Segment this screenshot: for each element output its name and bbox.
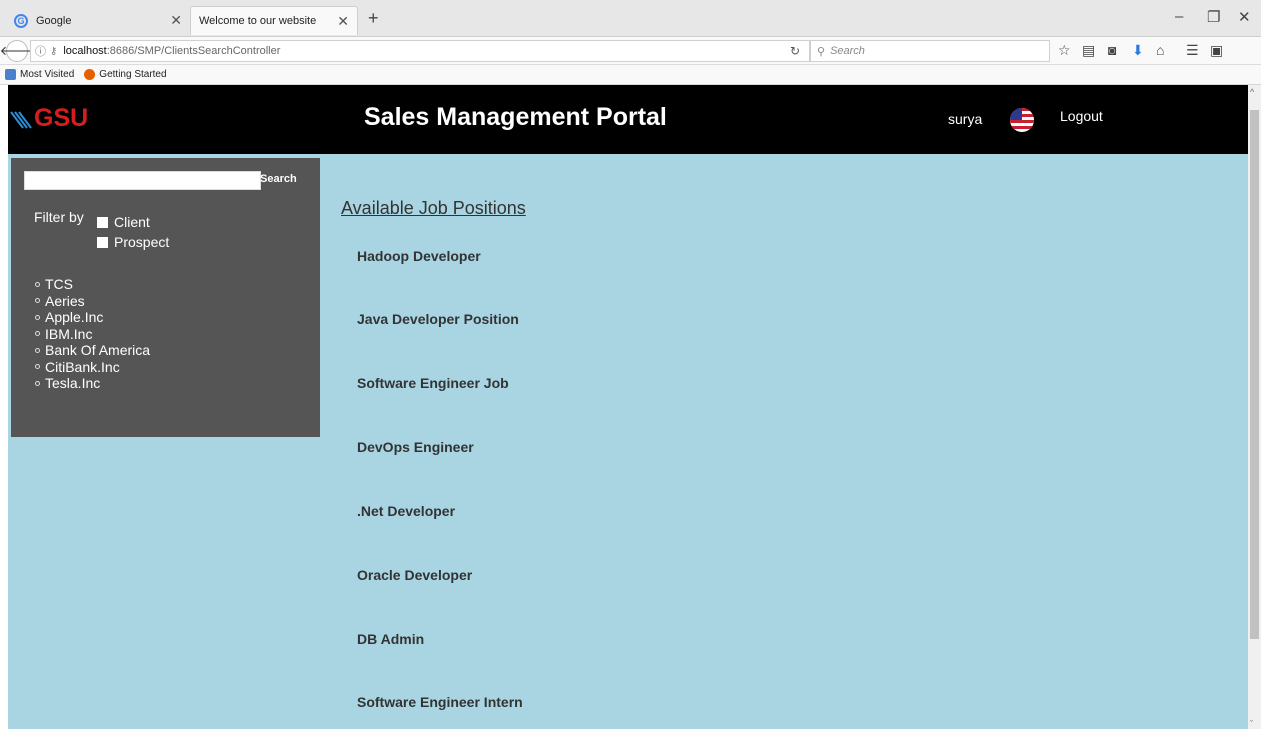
job-item[interactable]: DB Admin — [357, 631, 424, 647]
client-list: TCS Aeries Apple.Inc IBM.Inc Bank Of Ame… — [35, 276, 150, 392]
client-item[interactable]: Bank Of America — [35, 342, 150, 359]
bullet-icon — [35, 298, 40, 304]
checkbox-prospect[interactable] — [97, 236, 108, 248]
client-name: Apple.Inc — [45, 309, 104, 325]
scroll-thumb[interactable] — [1250, 110, 1259, 639]
job-item[interactable]: .Net Developer — [357, 503, 455, 519]
logo[interactable]: GSU — [10, 104, 88, 133]
close-icon[interactable]: ✕ — [170, 12, 182, 29]
reading-list-icon[interactable]: ▤ — [1082, 42, 1095, 59]
client-item[interactable]: CitiBank.Inc — [35, 359, 150, 376]
client-search-input[interactable] — [24, 171, 261, 190]
bookmark-star-icon[interactable]: ☆ — [1058, 42, 1071, 59]
bullet-icon — [35, 314, 40, 320]
home-icon[interactable]: ⌂ — [1156, 42, 1164, 58]
reload-icon[interactable]: ↻ — [790, 44, 800, 58]
filter-client-label: Client — [114, 214, 150, 230]
job-item[interactable]: Hadoop Developer — [357, 248, 481, 264]
search-placeholder: Search — [830, 45, 865, 57]
job-item[interactable]: Software Engineer Intern — [357, 694, 523, 710]
client-name: Aeries — [45, 292, 85, 309]
client-item[interactable]: IBM.Inc — [35, 326, 150, 343]
filter-client[interactable]: Client — [97, 214, 150, 230]
client-item[interactable]: Aeries — [35, 293, 150, 310]
close-icon[interactable]: ✕ — [337, 13, 349, 30]
menu-icon[interactable]: ☰ — [1186, 42, 1199, 59]
sidebar: Search Filter by Client Prospect TCS Aer… — [11, 158, 320, 437]
firefox-icon — [84, 69, 96, 80]
client-item[interactable]: Apple.Inc — [35, 309, 150, 326]
browser-tab-bar: G Google ✕ Welcome to our website ✕ + – … — [0, 0, 1261, 37]
download-icon[interactable]: ⬇ — [1132, 42, 1144, 59]
client-name: CitiBank.Inc — [45, 358, 120, 375]
bullet-icon — [35, 331, 40, 337]
page-scrollbar[interactable]: ^ ˇ — [1248, 85, 1261, 729]
job-item[interactable]: Software Engineer Job — [357, 375, 509, 391]
filter-prospect-label: Prospect — [114, 234, 170, 250]
browser-nav-bar: 🡐 ⓘ ⚷ localhost :8686/SMP/ClientsSearchC… — [0, 37, 1261, 65]
google-icon: G — [14, 13, 28, 28]
filter-label: Filter by — [34, 209, 84, 225]
page-title: Sales Management Portal — [364, 103, 667, 131]
minimize-icon[interactable]: – — [1175, 8, 1183, 25]
job-item[interactable]: DevOps Engineer — [357, 439, 474, 455]
url-host: localhost — [63, 45, 107, 57]
search-icon: ⚲ — [817, 45, 826, 58]
restore-icon[interactable]: ❐ — [1207, 8, 1220, 26]
bookmarks-bar: Most Visited Getting Started — [0, 65, 1261, 85]
client-item[interactable]: Tesla.Inc — [35, 375, 150, 392]
tab-welcome[interactable]: Welcome to our website ✕ — [190, 6, 358, 35]
filter-prospect[interactable]: Prospect — [97, 234, 169, 250]
tab-title: Google — [36, 14, 72, 27]
back-arrow-icon[interactable]: 🡐 — [0, 40, 34, 62]
close-window-icon[interactable]: ✕ — [1238, 8, 1251, 26]
pocket-icon[interactable]: ◙ — [1108, 42, 1116, 58]
username: surya — [948, 111, 983, 127]
bullet-icon — [35, 347, 40, 353]
bookmark-label: Most Visited — [20, 69, 75, 80]
logout-link[interactable]: Logout — [1060, 108, 1103, 124]
client-name: Tesla.Inc — [45, 375, 101, 391]
browser-search-input[interactable]: ⚲ Search — [810, 40, 1050, 62]
url-path: :8686/SMP/ClientsSearchController — [106, 45, 281, 57]
new-tab-button[interactable]: + — [368, 8, 379, 29]
tab-google[interactable]: G Google ✕ — [6, 6, 190, 35]
client-name: IBM.Inc — [45, 325, 93, 342]
url-bar[interactable]: ⓘ ⚷ localhost :8686/SMP/ClientsSearchCon… — [30, 40, 810, 62]
key-icon: ⚷ — [50, 45, 58, 57]
us-flag-icon[interactable] — [1010, 108, 1034, 132]
job-item[interactable]: Java Developer Position — [357, 311, 519, 327]
tab-title: Welcome to our website — [199, 15, 317, 27]
bookmark-most-visited[interactable]: Most Visited — [5, 69, 74, 80]
info-icon[interactable]: ⓘ — [35, 43, 46, 59]
extension-icon[interactable]: ▣ — [1210, 42, 1223, 59]
client-name: Bank Of America — [45, 342, 151, 358]
site-header: GSU Sales Management Portal surya Logout — [8, 85, 1248, 154]
scroll-down-icon[interactable]: ˇ — [1250, 719, 1253, 729]
bookmark-label: Getting Started — [99, 69, 167, 80]
checkbox-client[interactable] — [97, 216, 108, 228]
logo-stripes-icon — [10, 110, 32, 129]
folder-icon — [5, 69, 16, 80]
jobs-heading[interactable]: Available Job Positions — [341, 198, 526, 219]
search-button[interactable]: Search — [260, 173, 297, 185]
logo-text: GSU — [34, 104, 89, 132]
page-content: GSU Sales Management Portal surya Logout… — [8, 85, 1248, 729]
scroll-up-icon[interactable]: ^ — [1250, 87, 1254, 97]
job-item[interactable]: Oracle Developer — [357, 567, 472, 583]
client-item[interactable]: TCS — [35, 276, 150, 293]
bookmark-getting-started[interactable]: Getting Started — [84, 69, 167, 80]
client-name: TCS — [45, 276, 73, 292]
bullet-icon — [35, 380, 40, 386]
bullet-icon — [35, 281, 40, 287]
bullet-icon — [35, 364, 40, 370]
